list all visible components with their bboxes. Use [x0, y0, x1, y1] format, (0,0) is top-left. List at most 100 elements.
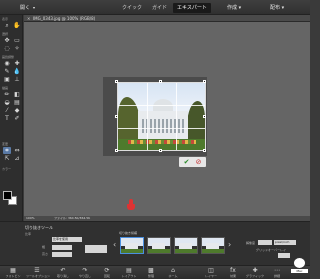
toolbox-section-enhance: 画質調整 — [2, 55, 15, 59]
crop-handle-right[interactable] — [203, 115, 206, 118]
resolution-unit-select[interactable]: pixel/inch — [274, 240, 296, 245]
resolution-field[interactable] — [258, 240, 272, 245]
gradient-tool-icon[interactable]: ▤ — [13, 99, 21, 106]
redo-button[interactable]: ↷ やり直し — [74, 267, 96, 279]
mode-tabs: クイック ガイド エキスパート — [118, 3, 213, 13]
pencil-tool-icon[interactable]: ✐ — [13, 115, 21, 122]
organizer-button[interactable]: ▩ 整理 — [140, 267, 162, 279]
smart-brush-tool-icon[interactable]: ✎ — [3, 68, 11, 75]
crop-handle-top[interactable] — [159, 80, 162, 83]
zoom-tool-icon[interactable]: ⌕ — [3, 22, 11, 29]
home-label: ホーム — [168, 274, 178, 278]
undo-button[interactable]: ↶ 取り消し — [52, 267, 74, 279]
lasso-tool-icon[interactable]: ◌ — [3, 45, 11, 52]
logo-face — [293, 257, 306, 269]
foreground-color-swatch[interactable] — [3, 191, 12, 200]
brush-tool-icon[interactable]: ✏ — [3, 91, 11, 98]
crop-suggestion-thumb[interactable] — [174, 237, 198, 254]
ratio-select[interactable]: 比率を使用 — [52, 237, 82, 242]
rotate-icon: ⟳ — [104, 267, 110, 274]
tool-group-view: ⌕ ✋ — [3, 22, 21, 29]
crop-suggestion-thumb[interactable] — [120, 237, 144, 254]
graphics-button[interactable]: ✚ グラフィック — [244, 267, 266, 279]
home-icon: ⌂ — [171, 267, 175, 274]
marquee-tool-icon[interactable]: ▭ — [13, 37, 21, 44]
photo-trees-right — [187, 101, 205, 143]
move-tool-icon[interactable]: ✥ — [3, 37, 11, 44]
menu-bar: 開く ▾ クイック ガイド エキスパート 作成 ▾ 配布 ▾ — [0, 0, 310, 15]
crop-handle-left[interactable] — [115, 115, 118, 118]
healing-brush-tool-icon[interactable]: ✚ — [13, 60, 21, 67]
toolbox-section-view: 表示 — [2, 17, 9, 21]
create-button[interactable]: 作成 ▾ — [227, 4, 241, 11]
clone-stamp-tool-icon[interactable]: ⊥ — [13, 76, 21, 83]
create-label: 作成 — [227, 5, 238, 11]
cancel-icon[interactable]: ⊘ — [194, 158, 203, 166]
grid-line — [176, 83, 177, 150]
tab-quick[interactable]: クイック — [118, 3, 146, 13]
document-tab[interactable]: ✕ IMG_0343.jpg @ 100% (RGB/8) — [24, 15, 310, 22]
chevron-left-icon[interactable]: ‹ — [113, 240, 116, 249]
rotate-button[interactable]: ⟳ 回転 — [96, 267, 118, 279]
paint-bucket-tool-icon[interactable]: ◒ — [3, 99, 11, 106]
layout-button[interactable]: ▤ レイアウト — [118, 267, 140, 279]
tab-guided[interactable]: ガイド — [148, 3, 171, 13]
grid-line — [147, 83, 148, 150]
eraser-tool-icon[interactable]: ◧ — [13, 91, 21, 98]
sponge-tool-icon[interactable]: ▣ — [3, 76, 11, 83]
crop-handle-bottom-left[interactable] — [115, 149, 118, 152]
tool-group-draw: ✏ ◧ ◒ ▤ ⁄ ◆ T ✐ — [3, 91, 21, 122]
crop-suggestion-thumb[interactable] — [201, 237, 225, 254]
crop-tool-icon[interactable]: ⌗ — [3, 147, 11, 154]
fx-icon: fx — [230, 267, 236, 274]
canvas-area: ✔ ⊘ — [24, 22, 310, 216]
straighten-tool-icon[interactable]: ⊿ — [13, 155, 21, 162]
more-button[interactable]: ⋯ 詳細 — [266, 267, 288, 279]
magic-wand-tool-icon[interactable]: ✧ — [13, 45, 21, 52]
crop-handle-top-right[interactable] — [203, 80, 206, 83]
chevron-down-icon: ▾ — [237, 5, 242, 11]
photo-bin-button[interactable]: ▦ フォトビン — [2, 267, 24, 279]
crop-region-photo[interactable] — [117, 82, 206, 151]
open-button[interactable]: 開く ▾ — [20, 4, 35, 11]
close-icon[interactable]: ✕ — [27, 16, 30, 21]
commit-check-icon[interactable]: ✔ — [182, 158, 191, 166]
undo-icon: ↶ — [60, 267, 66, 274]
hand-tool-icon[interactable]: ✋ — [13, 22, 21, 29]
tab-expert[interactable]: エキスパート — [173, 3, 211, 13]
document-size-readout: ファイル: 364.5K/364.5K — [54, 216, 91, 220]
document-tab-name: IMG_0343.jpg @ 100% (RGB/8) — [33, 16, 96, 21]
toolbox-section-color: カラー — [2, 167, 12, 171]
type-tool-icon[interactable]: T — [3, 115, 11, 122]
eyedropper-tool-icon[interactable]: ⁄ — [3, 107, 11, 114]
shape-tool-icon[interactable]: ◆ — [13, 107, 21, 114]
tool-options-button[interactable]: ☰ ツールオプション — [26, 267, 50, 279]
red-eye-tool-icon[interactable]: ◉ — [3, 60, 11, 67]
redo-icon: ↷ — [82, 267, 88, 274]
crop-handle-bottom[interactable] — [159, 149, 162, 152]
grid-line — [118, 105, 205, 106]
share-label: 配布 — [270, 5, 281, 11]
chevron-right-icon[interactable]: › — [228, 240, 231, 249]
effects-button[interactable]: fx 効果 — [222, 267, 244, 279]
content-aware-move-tool-icon[interactable]: ⇱ — [3, 155, 11, 162]
width-field[interactable] — [52, 245, 72, 250]
grid-overlay-label: グリッドオーバーレイ — [256, 248, 286, 252]
swap-button[interactable] — [85, 245, 107, 253]
height-field[interactable] — [52, 252, 72, 257]
grid-overlay-select[interactable] — [278, 253, 290, 258]
crop-handle-bottom-right[interactable] — [203, 149, 206, 152]
blur-tool-icon[interactable]: 💧 — [13, 68, 21, 75]
crop-handle-top-left[interactable] — [115, 80, 118, 83]
crop-suggestion-thumb[interactable] — [147, 237, 171, 254]
layers-button[interactable]: ◫ レイヤー — [200, 267, 222, 279]
tool-options-title: 切り抜きツール — [25, 225, 53, 230]
share-button[interactable]: 配布 ▾ — [270, 4, 284, 11]
recompose-tool-icon[interactable]: ⇔ — [13, 147, 21, 154]
more-label: 詳細 — [273, 274, 280, 278]
more-icon: ⋯ — [274, 267, 280, 274]
layers-icon: ◫ — [208, 267, 214, 274]
width-label: 幅 — [42, 245, 46, 249]
hand-cursor-icon — [127, 199, 135, 211]
home-button[interactable]: ⌂ ホーム — [162, 267, 184, 279]
